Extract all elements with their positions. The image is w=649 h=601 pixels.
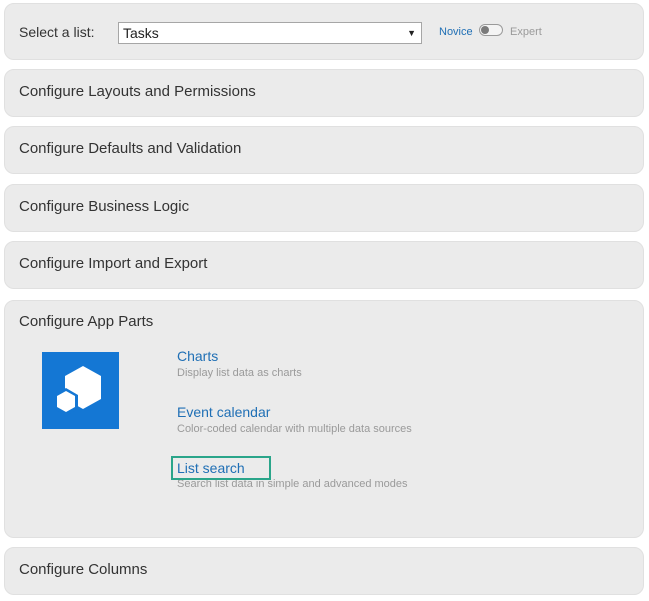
app-part-event-calendar-description: Color-coded calendar with multiple data … [177, 423, 412, 435]
section-defaults-validation[interactable]: Configure Defaults and Validation [4, 126, 644, 174]
app-part-charts-link[interactable]: Charts [177, 347, 218, 365]
section-layouts-permissions[interactable]: Configure Layouts and Permissions [4, 69, 644, 117]
section-app-parts: Configure App Parts Charts Display list … [4, 300, 644, 538]
app-parts-tile [42, 352, 119, 429]
list-select-value: Tasks [123, 25, 159, 41]
section-title[interactable]: Configure Import and Export [19, 254, 207, 274]
expert-mode-label[interactable]: Expert [510, 25, 542, 39]
section-business-logic[interactable]: Configure Business Logic [4, 184, 644, 232]
app-part-list-search-link[interactable]: List search [177, 459, 245, 477]
cubes-icon [54, 366, 101, 416]
mode-toggle[interactable] [479, 24, 503, 36]
app-part-event-calendar-link[interactable]: Event calendar [177, 403, 270, 421]
select-list-panel: Select a list: Tasks ▼ Novice Expert [4, 3, 644, 60]
select-list-label: Select a list: [19, 24, 95, 40]
section-title[interactable]: Configure App Parts [19, 312, 153, 332]
novice-mode-label[interactable]: Novice [439, 25, 473, 39]
section-title[interactable]: Configure Columns [19, 560, 147, 580]
section-title[interactable]: Configure Business Logic [19, 197, 189, 217]
section-title[interactable]: Configure Layouts and Permissions [19, 82, 256, 102]
app-part-list-search-description: Search list data in simple and advanced … [177, 478, 408, 490]
dropdown-arrow-icon: ▼ [407, 28, 416, 38]
section-columns[interactable]: Configure Columns [4, 547, 644, 595]
list-select[interactable]: Tasks ▼ [118, 22, 422, 44]
section-import-export[interactable]: Configure Import and Export [4, 241, 644, 289]
section-title[interactable]: Configure Defaults and Validation [19, 139, 241, 159]
app-part-charts-description: Display list data as charts [177, 367, 302, 379]
toggle-knob [481, 26, 489, 34]
